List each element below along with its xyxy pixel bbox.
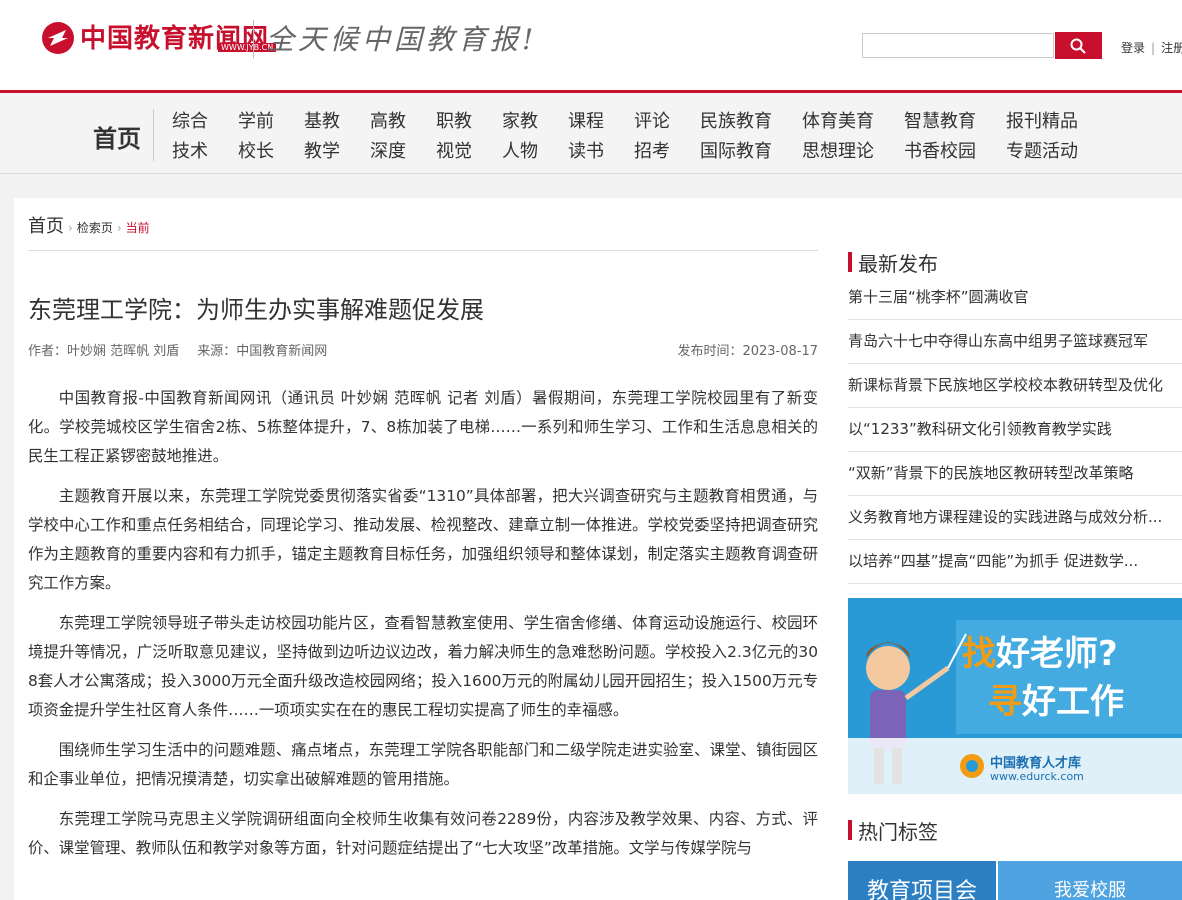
nav-item[interactable]: 民族教育 xyxy=(700,107,772,133)
main-nav: 首页 综合 学前 基教 高教 职教 家教 课程 评论 民族教育 体育美育 智慧教… xyxy=(0,93,1182,174)
nav-item[interactable]: 人物 xyxy=(502,137,538,163)
breadcrumb-divider xyxy=(28,250,818,251)
article-body: 中国教育报-中国教育新闻网讯（通讯员 叶妙娴 范晖帆 记者 刘盾）暑假期间，东莞… xyxy=(28,384,818,874)
nav-item[interactable]: 专题活动 xyxy=(1006,137,1078,163)
content-area: 首页 › 检索页 › 当前 东莞理工学院：为师生办实事解难题促发展 作者：叶妙娴 范晖帆… xyxy=(14,198,1182,900)
breadcrumb-current: 当前 xyxy=(125,221,150,235)
login-link[interactable]: 登录 xyxy=(1121,41,1145,55)
nav-item[interactable]: 书香校园 xyxy=(904,137,976,163)
user-links: 登录 | 注册 xyxy=(1121,39,1182,56)
news-link[interactable]: 以“1233”教科研文化引领教育教学实践 xyxy=(848,408,1182,452)
article-paragraph: 东莞理工学院领导班子带头走访校园功能片区，查看智慧教室使用、学生宿舍修缮、体育运… xyxy=(28,614,818,719)
nav-item[interactable]: 智慧教育 xyxy=(904,107,976,133)
slogan: 全天候中国教育报! xyxy=(266,23,538,56)
top-header: 中国教育新闻网 WWW.JYB.CN 全天候中国教育报! 登录 | 注册 xyxy=(0,0,1182,90)
nav-item[interactable]: 深度 xyxy=(370,137,406,163)
ad-url: www.edurck.com xyxy=(990,770,1084,783)
nav-item[interactable]: 综合 xyxy=(172,107,208,133)
nav-item[interactable]: 体育美育 xyxy=(802,107,874,133)
register-link[interactable]: 注册 xyxy=(1161,41,1182,55)
ad-find-char: 找 xyxy=(962,634,996,674)
ad-good-job: 好工作 xyxy=(1022,682,1124,722)
chevron-right-icon: › xyxy=(68,221,73,235)
news-link[interactable]: 以培养“四基”提高“四能”为抓手 促进数学... xyxy=(848,540,1182,584)
chevron-right-icon: › xyxy=(116,221,122,235)
ad-brand: 中国教育人才库 xyxy=(990,756,1082,771)
article-paragraph: 东莞理工学院马克思主义学院调研组面向全校师生收集有效问卷2289份，内容涉及教学… xyxy=(28,810,818,857)
article-date: 发布时间：2023-08-17 xyxy=(677,344,818,359)
nav-item[interactable]: 思想理论 xyxy=(802,137,874,163)
news-link[interactable]: 青岛六十七中夺得山东高中组男子篮球赛冠军 xyxy=(848,320,1182,364)
latest-news-list: 第十三届“桃李杯”圆满收官 青岛六十七中夺得山东高中组男子篮球赛冠军 新课标背景… xyxy=(848,276,1182,584)
nav-item[interactable]: 高教 xyxy=(370,107,406,133)
recruitment-ad-banner[interactable]: 找好老师? 寻好工作 中国教育人才库 www.edurck.com xyxy=(848,598,1182,794)
nav-home[interactable]: 首页 xyxy=(93,119,141,154)
nav-item[interactable]: 视觉 xyxy=(436,137,472,163)
news-link[interactable]: 第十三届“桃李杯”圆满收官 xyxy=(848,276,1182,320)
breadcrumb-home[interactable]: 首页 xyxy=(28,216,64,237)
ad-text-line1: 找好老师? xyxy=(962,626,1118,675)
nav-item[interactable]: 报刊精品 xyxy=(1006,107,1078,133)
logo-divider xyxy=(253,20,254,58)
article-source: 来源：中国教育新闻网 xyxy=(197,344,328,359)
latest-news-heading: 最新发布 xyxy=(848,248,938,277)
breadcrumb-search[interactable]: 检索页 xyxy=(77,221,113,235)
nav-item[interactable]: 教学 xyxy=(304,137,340,163)
hot-tags-heading: 热门标签 xyxy=(848,816,938,845)
article-paragraph: 围绕师生学习生活中的问题难题、痛点堵点，东莞理工学院各职能部门和二级学院走进实验… xyxy=(28,741,818,788)
nav-item[interactable]: 国际教育 xyxy=(700,137,772,163)
nav-item[interactable]: 招考 xyxy=(634,137,670,163)
article-title: 东莞理工学院：为师生办实事解难题促发展 xyxy=(28,296,484,324)
ad-text-line2: 寻好工作 xyxy=(988,674,1124,723)
search-input[interactable] xyxy=(862,33,1054,58)
nav-item[interactable]: 技术 xyxy=(172,137,208,163)
article-meta: 作者：叶妙娴 范晖帆 刘盾 来源：中国教育新闻网 xyxy=(28,340,327,359)
nav-divider xyxy=(153,109,154,161)
article-author: 作者：叶妙娴 范晖帆 刘盾 xyxy=(28,344,180,359)
search-icon xyxy=(1070,38,1086,54)
nav-item[interactable]: 校长 xyxy=(238,137,274,163)
ad-good-teacher: 好老师? xyxy=(996,634,1118,674)
news-link[interactable]: 义务教育地方课程建设的实践进路与成效分析... xyxy=(848,496,1182,540)
nav-item[interactable]: 课程 xyxy=(568,107,604,133)
news-link[interactable]: 新课标背景下民族地区学校校本教研转型及优化 xyxy=(848,364,1182,408)
ad-seek-char: 寻 xyxy=(988,682,1022,722)
nav-item[interactable]: 学前 xyxy=(238,107,274,133)
search-button[interactable] xyxy=(1055,32,1102,59)
logo-emblem-icon xyxy=(42,22,74,54)
article-paragraph: 中国教育报-中国教育新闻网讯（通讯员 叶妙娴 范晖帆 记者 刘盾）暑假期间，东莞… xyxy=(28,389,818,465)
news-link[interactable]: “双新”背景下的民族地区教研转型改革策略 xyxy=(848,452,1182,496)
hot-tags: 教育项目会 我爱校服 xyxy=(848,861,1182,900)
nav-item[interactable]: 评论 xyxy=(634,107,670,133)
link-separator: | xyxy=(1151,41,1156,55)
tag-link[interactable]: 教育项目会 xyxy=(848,861,996,900)
nav-item[interactable]: 读书 xyxy=(568,137,604,163)
nav-item[interactable]: 基教 xyxy=(304,107,340,133)
breadcrumb: 首页 › 检索页 › 当前 xyxy=(28,212,150,238)
nav-item[interactable]: 职教 xyxy=(436,107,472,133)
article-paragraph: 主题教育开展以来，东莞理工学院党委贯彻落实省委“1310”具体部署，把大兴调查研… xyxy=(28,487,818,592)
nav-item[interactable]: 家教 xyxy=(502,107,538,133)
tag-link[interactable]: 我爱校服 xyxy=(998,861,1182,900)
